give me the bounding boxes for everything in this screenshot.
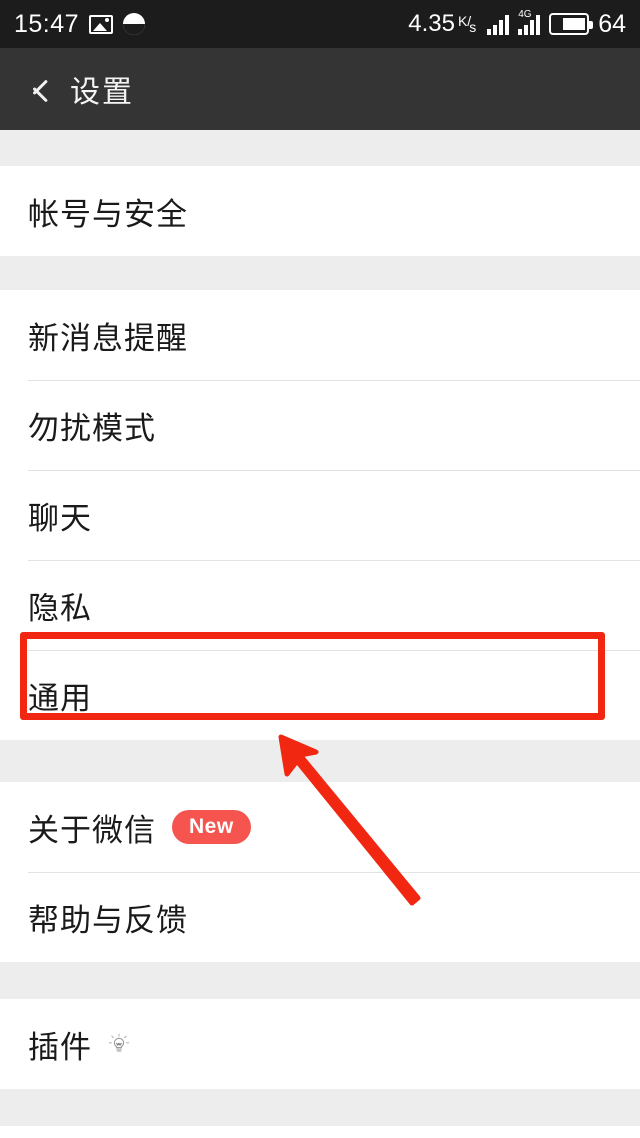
settings-row-switch-account[interactable]: 切换帐号 (0, 1126, 640, 1138)
network-speed: 4.35 K/s (408, 10, 478, 38)
phone-screen: 15:47 4.35 K/s 4G 64 设置 帐号与安全新消息提醒勿扰模式聊天… (0, 0, 640, 1138)
section-gap (0, 740, 640, 782)
battery-icon (549, 13, 594, 35)
section-gap (0, 130, 640, 166)
signal-bars-4g-icon: 4G (518, 10, 541, 35)
settings-row-label: 聊天 (28, 500, 92, 536)
page-title: 设置 (70, 76, 134, 109)
network-speed-value: 4.35 (408, 10, 455, 37)
settings-row-about-wechat[interactable]: 关于微信 New (0, 782, 640, 872)
settings-list: 帐号与安全新消息提醒勿扰模式聊天隐私通用关于微信 New 帮助与反馈插件切换帐号 (0, 130, 640, 1138)
settings-row-chat[interactable]: 聊天 (0, 470, 640, 560)
photo-icon (89, 14, 114, 34)
signal-bars-icon (487, 13, 510, 35)
status-bar-left: 15:47 (14, 9, 146, 39)
back-chevron-icon[interactable] (22, 76, 48, 102)
settings-row-general[interactable]: 通用 (0, 650, 640, 740)
section-gap (0, 256, 640, 290)
nav-bar: 设置 (0, 48, 640, 130)
status-time: 15:47 (14, 9, 80, 38)
settings-row-label: 关于微信 (28, 812, 156, 848)
lightbulb-icon (106, 1031, 132, 1057)
settings-row-new-message-notification[interactable]: 新消息提醒 (0, 290, 640, 380)
settings-row-label: 帐号与安全 (28, 196, 188, 232)
speed-unit-numerator: K (457, 13, 468, 29)
settings-row-label: 插件 (28, 1029, 92, 1065)
new-badge: New (172, 810, 251, 844)
settings-row-label: 新消息提醒 (28, 320, 188, 356)
settings-row-label: 帮助与反馈 (28, 902, 188, 938)
settings-row-do-not-disturb[interactable]: 勿扰模式 (0, 380, 640, 470)
settings-row-privacy[interactable]: 隐私 (0, 560, 640, 650)
settings-group: 关于微信 New 帮助与反馈 (0, 782, 640, 962)
settings-group: 插件 (0, 999, 640, 1089)
settings-row-plugins[interactable]: 插件 (0, 999, 640, 1089)
status-bar-right: 4.35 K/s 4G 64 (408, 10, 626, 39)
settings-group: 新消息提醒勿扰模式聊天隐私通用 (0, 290, 640, 740)
settings-group: 切换帐号 (0, 1126, 640, 1138)
settings-group: 帐号与安全 (0, 166, 640, 256)
section-gap (0, 962, 640, 999)
settings-row-account-security[interactable]: 帐号与安全 (0, 166, 640, 256)
settings-row-label: 勿扰模式 (28, 410, 156, 446)
battery-level: 64 (598, 9, 626, 38)
status-bar: 15:47 4.35 K/s 4G 64 (0, 0, 640, 48)
section-gap (0, 1089, 640, 1126)
settings-row-label: 通用 (28, 680, 92, 716)
network-speed-unit: K/s (457, 13, 477, 35)
speed-unit-denominator: s (469, 19, 477, 35)
settings-row-help-feedback[interactable]: 帮助与反馈 (0, 872, 640, 962)
moon-icon (123, 13, 146, 35)
settings-row-label: 隐私 (28, 590, 92, 626)
